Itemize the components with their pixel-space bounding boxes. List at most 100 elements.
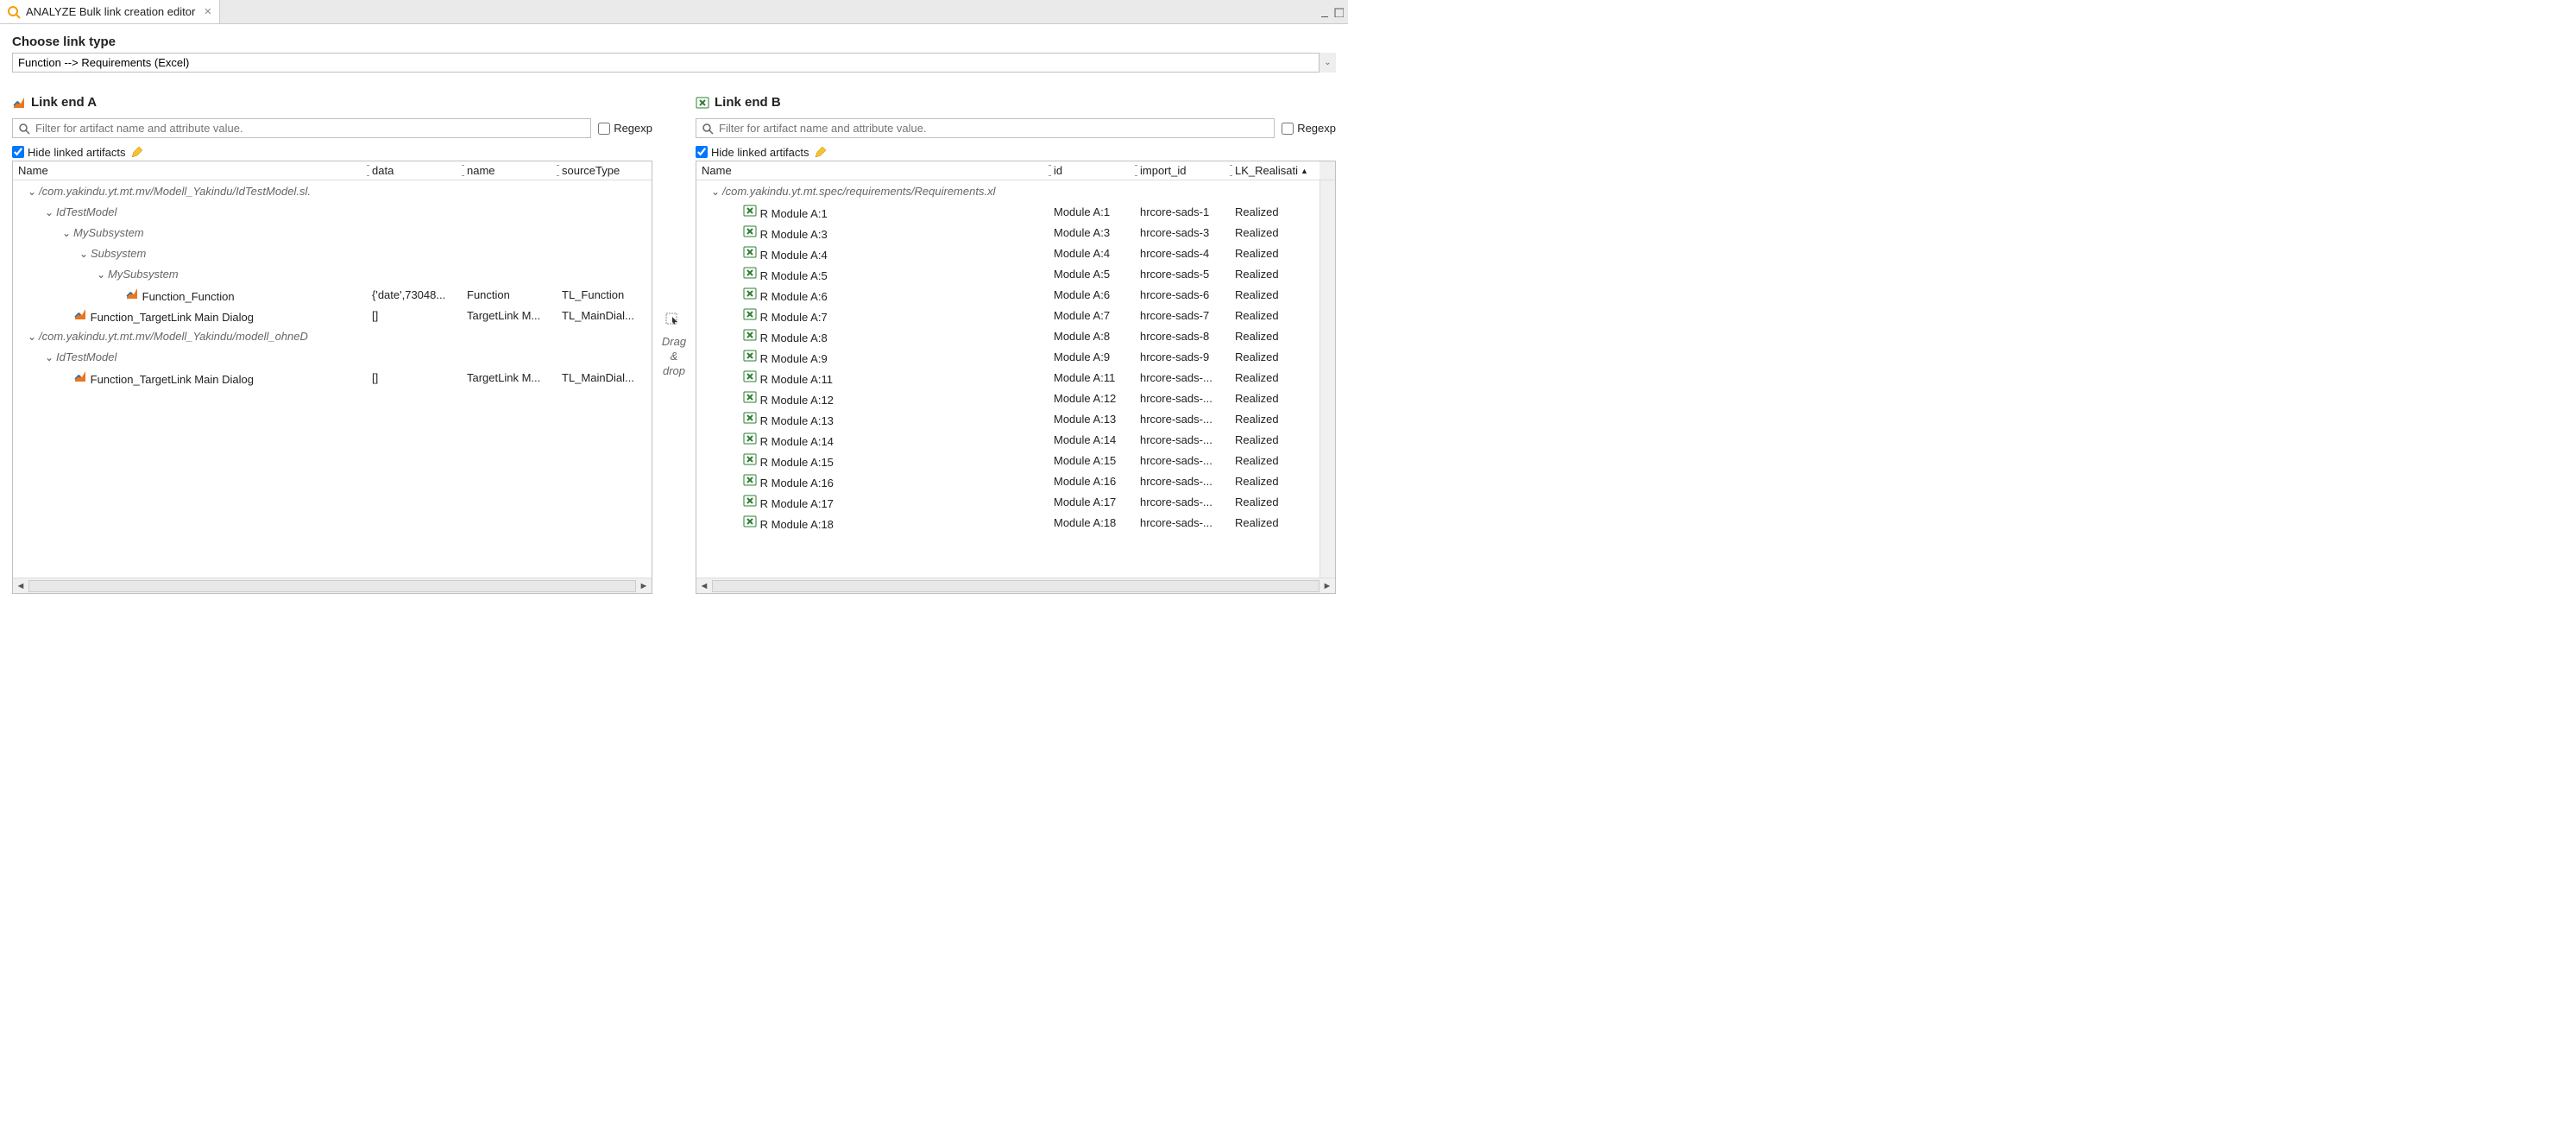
pane-b-hide-row: Hide linked artifacts [696, 145, 1336, 159]
pane-b-regexp-check[interactable]: Regexp [1282, 122, 1336, 135]
tree-row[interactable]: R Module A:18Module A:18hrcore-sads-...R… [696, 512, 1319, 533]
pane-b-filter-input[interactable] [696, 119, 1274, 137]
excel-icon [743, 224, 757, 238]
regexp-checkbox[interactable] [1282, 123, 1294, 135]
tree-row[interactable]: ⌄/com.yakindu.yt.mt.spec/requirements/Re… [696, 180, 1319, 201]
drag-drop-area[interactable]: Drag & drop [652, 95, 696, 594]
col-lk[interactable]: LK_Realisati▲ [1230, 161, 1319, 180]
scroll-left-icon[interactable]: ◄ [13, 581, 28, 591]
scroll-track[interactable] [712, 580, 1319, 592]
regexp-checkbox[interactable] [598, 123, 610, 135]
tab-bar: ANALYZE Bulk link creation editor ✕ [0, 0, 1348, 24]
expand-icon[interactable]: ⌄ [42, 206, 56, 218]
tree-label: R Module A:3 [760, 228, 828, 241]
tree-row[interactable]: R Module A:5Module A:5hrcore-sads-5Reali… [696, 263, 1319, 284]
tree-label: R Module A:7 [760, 311, 828, 324]
minimize-icon[interactable] [1319, 6, 1331, 18]
col-name[interactable]: Name [696, 161, 1049, 180]
tree-label: R Module A:11 [760, 373, 833, 386]
pane-b-filter-wrap [696, 118, 1275, 138]
tree-row[interactable]: R Module A:16Module A:16hrcore-sads-...R… [696, 470, 1319, 491]
pane-a-regexp-check[interactable]: Regexp [598, 122, 652, 135]
expand-icon[interactable]: ⌄ [60, 227, 73, 239]
col-name[interactable]: Name [13, 161, 367, 180]
tree-row[interactable]: R Module A:3Module A:3hrcore-sads-3Reali… [696, 222, 1319, 243]
tree-row[interactable]: Function_Function{'date',73048...Functio… [13, 284, 652, 305]
matlab-icon [125, 287, 139, 300]
tree-row[interactable]: R Module A:1Module A:1hrcore-sads-1Reali… [696, 201, 1319, 222]
pane-a-filter-row: Regexp [12, 118, 652, 138]
excel-icon [743, 369, 757, 383]
col-data[interactable]: data [367, 161, 462, 180]
tree-row[interactable]: R Module A:7Module A:7hrcore-sads-7Reali… [696, 305, 1319, 325]
tree-label: R Module A:13 [760, 414, 834, 427]
matlab-icon [73, 307, 87, 321]
expand-icon[interactable]: ⌄ [42, 351, 56, 363]
pane-a-tree-body[interactable]: ⌄/com.yakindu.yt.mt.mv/Modell_Yakindu/Id… [13, 180, 652, 578]
expand-icon[interactable]: ⌄ [709, 186, 722, 198]
pane-b-tree-body[interactable]: ⌄/com.yakindu.yt.mt.spec/requirements/Re… [696, 180, 1319, 578]
pane-a-title: Link end A [31, 95, 97, 110]
tree-row[interactable]: ⌄/com.yakindu.yt.mt.mv/Modell_Yakindu/Id… [13, 180, 652, 201]
tree-row[interactable]: R Module A:15Module A:15hrcore-sads-...R… [696, 450, 1319, 470]
tree-row[interactable]: Function_TargetLink Main Dialog[]TargetL… [13, 367, 652, 388]
window-controls [1319, 6, 1348, 18]
tree-row[interactable]: ⌄/com.yakindu.yt.mt.mv/Modell_Yakindu/mo… [13, 325, 652, 346]
hide-linked-checkbox[interactable] [696, 146, 708, 158]
pane-b-hscroll[interactable]: ◄ ► [696, 578, 1335, 593]
pane-b: Link end B Regexp Hide linked artifacts [696, 95, 1336, 594]
tree-row[interactable]: R Module A:17Module A:17hrcore-sads-...R… [696, 491, 1319, 512]
scroll-track[interactable] [28, 580, 636, 592]
expand-icon[interactable]: ⌄ [25, 331, 39, 343]
chevron-down-icon[interactable]: ⌄ [1319, 53, 1336, 73]
pane-a-filter-input[interactable] [13, 119, 590, 137]
editor-tab[interactable]: ANALYZE Bulk link creation editor ✕ [0, 0, 220, 23]
scroll-left-icon[interactable]: ◄ [696, 581, 712, 591]
tree-label: /com.yakindu.yt.mt.spec/requirements/Req… [722, 185, 995, 198]
col-name2[interactable]: name [462, 161, 557, 180]
tree-row[interactable]: ⌄Subsystem [13, 243, 652, 263]
col-id[interactable]: id [1049, 161, 1135, 180]
pane-b-header: Link end B [696, 95, 1336, 110]
tree-row[interactable]: R Module A:4Module A:4hrcore-sads-4Reali… [696, 243, 1319, 263]
tab-title: ANALYZE Bulk link creation editor [26, 5, 195, 18]
tree-row[interactable]: R Module A:8Module A:8hrcore-sads-8Reali… [696, 325, 1319, 346]
hide-linked-label: Hide linked artifacts [711, 146, 809, 159]
tree-row[interactable]: R Module A:12Module A:12hrcore-sads-...R… [696, 388, 1319, 408]
pane-a-hscroll[interactable]: ◄ ► [13, 578, 652, 593]
pencil-icon[interactable] [130, 145, 144, 159]
tree-row[interactable]: ⌄IdTestModel [13, 201, 652, 222]
pane-a-hide-check[interactable]: Hide linked artifacts [12, 146, 125, 159]
expand-icon[interactable]: ⌄ [77, 248, 91, 260]
pencil-icon[interactable] [814, 145, 828, 159]
expand-icon[interactable]: ⌄ [94, 268, 108, 281]
hide-linked-checkbox[interactable] [12, 146, 24, 158]
col-sourcetype[interactable]: sourceType [557, 161, 652, 180]
tree-row[interactable]: ⌄IdTestModel [13, 346, 652, 367]
tree-row[interactable]: R Module A:14Module A:14hrcore-sads-...R… [696, 429, 1319, 450]
link-type-select[interactable] [12, 53, 1336, 73]
tree-label: Function_TargetLink Main Dialog [91, 311, 254, 324]
pane-b-vscroll[interactable] [1319, 180, 1335, 578]
tree-label: MySubsystem [108, 268, 179, 281]
tree-row[interactable]: R Module A:13Module A:13hrcore-sads-...R… [696, 408, 1319, 429]
pane-b-hide-check[interactable]: Hide linked artifacts [696, 146, 809, 159]
close-icon[interactable]: ✕ [204, 6, 211, 17]
expand-icon[interactable]: ⌄ [25, 186, 39, 198]
window: ANALYZE Bulk link creation editor ✕ Choo… [0, 0, 1348, 599]
tree-row[interactable]: R Module A:11Module A:11hrcore-sads-...R… [696, 367, 1319, 388]
excel-icon [743, 328, 757, 342]
tree-row[interactable]: ⌄MySubsystem [13, 263, 652, 284]
tree-label: R Module A:17 [760, 497, 834, 510]
tree-label: Function_Function [142, 290, 235, 303]
scroll-right-icon[interactable]: ► [1319, 581, 1335, 591]
tree-row[interactable]: R Module A:9Module A:9hrcore-sads-9Reali… [696, 346, 1319, 367]
col-importid[interactable]: import_id [1135, 161, 1230, 180]
scroll-right-icon[interactable]: ► [636, 581, 652, 591]
tree-row[interactable]: Function_TargetLink Main Dialog[]TargetL… [13, 305, 652, 325]
excel-icon [743, 204, 757, 218]
tree-row[interactable]: ⌄MySubsystem [13, 222, 652, 243]
maximize-icon[interactable] [1332, 6, 1345, 18]
choose-link-type-label: Choose link type [12, 35, 1336, 49]
tree-row[interactable]: R Module A:6Module A:6hrcore-sads-6Reali… [696, 284, 1319, 305]
